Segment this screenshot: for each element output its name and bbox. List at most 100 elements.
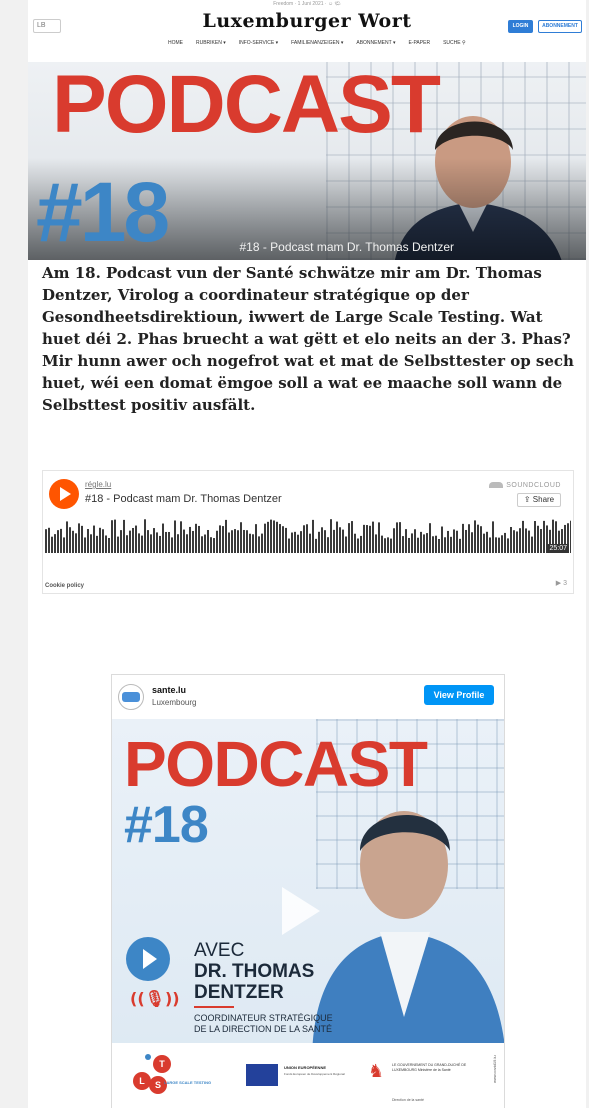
waveform-bar (291, 532, 293, 553)
waveform-bar (264, 523, 266, 553)
waveform-bar (441, 526, 443, 553)
waveform-bar (177, 534, 179, 553)
waveform-bar (450, 536, 452, 553)
nav-item-abonnement[interactable]: ABONNEMENT ▾ (356, 40, 395, 46)
waveform-bar (81, 525, 83, 553)
guest-role-line2: DE LA DIRECTION DE LA SANTÉ (194, 1024, 333, 1034)
waveform-bar (111, 520, 113, 553)
waveform[interactable] (45, 519, 571, 563)
waveform-bar (414, 529, 416, 553)
waveform-bar (234, 529, 236, 553)
waveform-bar (228, 532, 230, 553)
nav-item-familienanzeigen[interactable]: FAMILIENANZEIGEN ▾ (291, 40, 343, 46)
waveform-bar (408, 537, 410, 553)
subscribe-button[interactable]: ABONNEMENT (538, 20, 582, 33)
instagram-location[interactable]: Luxembourg (152, 698, 196, 707)
waveform-bar (219, 525, 221, 553)
site-logo[interactable]: Luxemburger Wort (28, 10, 586, 32)
waveform-bar (501, 535, 503, 553)
waveform-bar (537, 525, 539, 553)
nav-item-rubriken[interactable]: RUBRIKEN ▾ (196, 40, 226, 46)
waveform-bar (249, 533, 251, 553)
avatar[interactable] (118, 684, 144, 710)
waveform-bar (390, 538, 392, 553)
waveform-bar (252, 534, 254, 553)
guest-avec: AVEC (194, 940, 245, 961)
waveform-bar (258, 536, 260, 553)
share-button[interactable]: ⇪ Share (517, 493, 561, 507)
login-button[interactable]: LOGIN (508, 20, 533, 33)
waveform-bar (240, 522, 242, 553)
waveform-bar (468, 524, 470, 553)
article-page: Freedom · 1 Juni 2021 · ☺ 🌤 LB Luxemburg… (28, 0, 586, 1108)
waveform-bar (516, 531, 518, 553)
soundcloud-track-title[interactable]: #18 - Podcast mam Dr. Thomas Dentzer (85, 493, 282, 505)
play-icon[interactable] (49, 479, 79, 509)
waveform-bar (507, 538, 509, 553)
soundcloud-player: régle.lu #18 - Podcast mam Dr. Thomas De… (42, 470, 574, 594)
website-text: www.covid19.lu (492, 1055, 497, 1083)
waveform-bar (381, 535, 383, 553)
waveform-bar (363, 524, 365, 553)
waveform-bar (465, 529, 467, 553)
nav-item-home[interactable]: HOME (168, 40, 183, 46)
nav-item-info-service[interactable]: INFO-SERVICE ▾ (239, 40, 278, 46)
waveform-bar (423, 534, 425, 553)
waveform-bar (294, 531, 296, 553)
nav-item-epaper[interactable]: E-PAPER (408, 40, 430, 46)
waveform-bar (315, 538, 317, 553)
waveform-bar (123, 519, 125, 553)
waveform-bar (57, 530, 59, 553)
waveform-bar (504, 532, 506, 553)
waveform-bar (531, 536, 533, 553)
cookie-policy-link[interactable]: Cookie policy (45, 583, 84, 589)
waveform-bar (384, 538, 386, 553)
waveform-bar (273, 520, 275, 553)
waveform-bar (369, 525, 371, 553)
waveform-bar (126, 535, 128, 553)
waveform-bar (309, 533, 311, 553)
waveform-bar (420, 531, 422, 553)
waveform-bar (267, 521, 269, 553)
large-scale-testing-logo: T L S (133, 1054, 171, 1094)
view-profile-button[interactable]: View Profile (424, 685, 494, 705)
soundcloud-logo[interactable]: SOUNDCLOUD (489, 482, 561, 489)
eu-title: UNION EUROPÉENNE (284, 1065, 327, 1070)
waveform-bar (486, 531, 488, 553)
instagram-post-image[interactable]: PODCAST #18 ((🎙)) AVEC DR. THOMAS DENTZE… (112, 719, 504, 1108)
waveform-bar (438, 538, 440, 553)
waveform-bar (183, 529, 185, 553)
waveform-bar (48, 527, 50, 553)
waveform-bar (117, 536, 119, 553)
instagram-header: sante.lu Luxembourg View Profile (112, 675, 504, 719)
waveform-bar (336, 521, 338, 553)
waveform-bar (300, 531, 302, 553)
waveform-bar (318, 531, 320, 553)
waveform-bar (489, 537, 491, 553)
play-count: ▶ 3 (555, 580, 567, 587)
waveform-bar (534, 521, 536, 553)
waveform-bar (429, 523, 431, 553)
waveform-bar (405, 529, 407, 553)
post-podcast-title: PODCAST (124, 728, 428, 800)
waveform-bar (456, 530, 458, 553)
video-play-icon[interactable] (282, 887, 320, 935)
waveform-bar (375, 534, 377, 553)
waveform-bar (333, 529, 335, 553)
instagram-account-name[interactable]: sante.lu (152, 685, 186, 695)
soundcloud-user-link[interactable]: régle.lu (85, 480, 111, 489)
direction-text: Direction de la santé (392, 1098, 424, 1102)
waveform-bar (66, 521, 68, 553)
waveform-bar (45, 529, 47, 553)
waveform-bar (105, 535, 107, 553)
eu-subtitle: Fonds Européen de Développement Régional (284, 1072, 345, 1076)
nav-item-suche[interactable]: SUCHE ⚲ (443, 40, 466, 46)
waveform-bar (138, 533, 140, 553)
waveform-bar (90, 534, 92, 553)
waveform-bar (351, 521, 353, 553)
waveform-bar (354, 533, 356, 553)
soundcloud-brand: SOUNDCLOUD (506, 482, 561, 489)
waveform-bar (114, 519, 116, 553)
waveform-bar (78, 523, 80, 553)
waveform-bar (288, 538, 290, 553)
